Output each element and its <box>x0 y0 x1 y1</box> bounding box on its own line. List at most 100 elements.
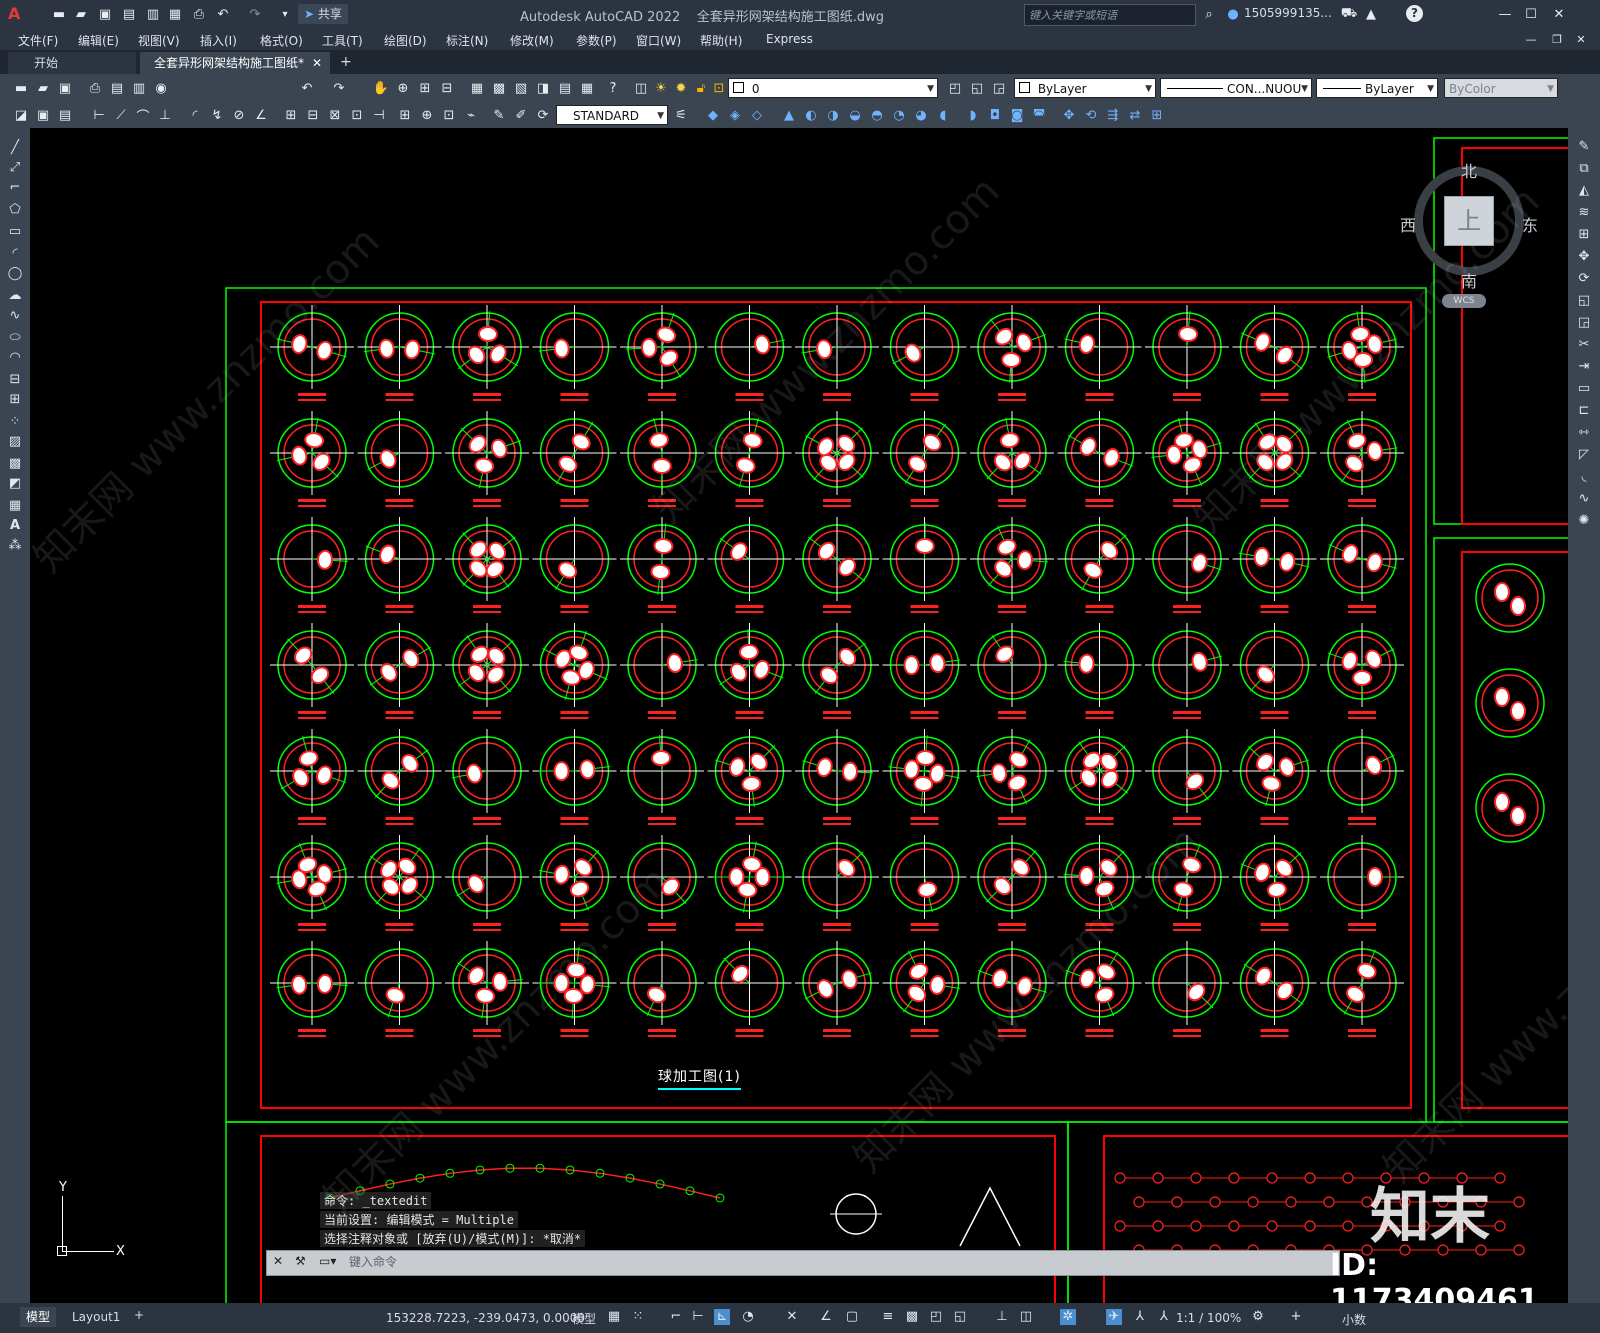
compass-west[interactable]: 西 <box>1400 212 1416 236</box>
undo-tb-icon[interactable]: ↶ <box>298 79 316 97</box>
layer-lock-icon[interactable]: 🔓︎ <box>692 79 710 97</box>
autocad-logo-icon[interactable]: A <box>8 4 20 23</box>
polygon-icon[interactable]: ⬠ <box>7 202 23 218</box>
command-input[interactable]: 键入命令 <box>349 1253 1309 1271</box>
markup-icon[interactable]: ▤ <box>556 79 574 97</box>
circle-icon[interactable]: ◯ <box>7 266 23 282</box>
blend-icon[interactable]: ∿ <box>1575 490 1593 508</box>
save-tb-icon[interactable]: ▣ <box>56 79 74 97</box>
3d-separate-icon[interactable]: ◚ <box>1030 106 1048 124</box>
tab-close-icon[interactable]: ✕ <box>312 52 322 74</box>
plotstyle-dropdown[interactable]: ByColor ▼ <box>1444 78 1558 98</box>
open-web-icon[interactable]: ▥ <box>144 5 162 23</box>
annotation-scale-value[interactable]: 1:1 / 100% <box>1176 1311 1241 1325</box>
trim-icon[interactable]: ✂ <box>1575 336 1593 354</box>
dim-arc-icon[interactable]: ⌒ <box>134 106 152 125</box>
search-box[interactable]: 键入关键字或短语 <box>1024 4 1196 26</box>
menu-parametric[interactable]: 参数(P) <box>576 32 617 49</box>
mtext-icon[interactable]: A <box>7 518 23 534</box>
revcloud-icon[interactable]: ☁ <box>7 288 23 304</box>
block-insert-icon[interactable]: ▤ <box>56 106 74 124</box>
dim-baseline-icon[interactable]: ⊟ <box>304 106 322 124</box>
break-icon[interactable]: ⊏ <box>1575 402 1593 420</box>
auto-scale-icon[interactable]: ⅄ <box>1132 1309 1148 1325</box>
search-icon[interactable]: ⌕ <box>1200 5 1218 23</box>
object-snap-icon[interactable]: ▢ <box>844 1309 860 1325</box>
minimize-icon[interactable]: — <box>1496 5 1514 23</box>
redo-tb-icon[interactable]: ↷ <box>330 79 348 97</box>
help-tb-icon[interactable]: ? <box>604 79 622 97</box>
qnew-icon[interactable]: ▬ <box>12 79 30 97</box>
close-icon[interactable]: ✕ <box>1550 5 1568 23</box>
polyline-icon[interactable]: ⌐ <box>7 180 23 196</box>
rectangle-icon[interactable]: ▭ <box>7 224 23 240</box>
layer-properties-icon[interactable]: ◫ <box>632 79 650 97</box>
3d-osnap-icon[interactable]: ◱ <box>952 1309 968 1325</box>
3d-move-icon[interactable]: ✥ <box>1060 106 1078 124</box>
doc-minimize-icon[interactable]: — <box>1522 30 1540 48</box>
doc-restore-icon[interactable]: ❐ <box>1548 30 1566 48</box>
3d-box-icon[interactable]: ◆ <box>704 106 722 124</box>
annotation-visibility-icon[interactable]: ✈ <box>1106 1309 1122 1325</box>
3d-loft-icon[interactable]: ◒ <box>846 106 864 124</box>
break-point-icon[interactable]: ▭ <box>1575 380 1593 398</box>
lineweight-icon[interactable]: ≡ <box>880 1309 896 1325</box>
menu-edit[interactable]: 编辑(E) <box>78 32 119 49</box>
annotation-scale-icon[interactable]: ⅄ <box>1156 1309 1172 1325</box>
model-space-button[interactable]: 模型 <box>572 1310 596 1327</box>
menu-express[interactable]: Express <box>766 32 813 46</box>
3d-thicken-icon[interactable]: ◕ <box>912 106 930 124</box>
layout-add-button[interactable]: + <box>134 1308 144 1322</box>
extend-icon[interactable]: ⇥ <box>1575 358 1593 376</box>
infer-icon[interactable]: ⌐ <box>668 1309 684 1325</box>
save-web-icon[interactable]: ▦ <box>166 5 184 23</box>
menu-insert[interactable]: 插入(I) <box>200 32 237 49</box>
add-selected-icon[interactable]: ⁂ <box>7 538 23 554</box>
3d-align-icon[interactable]: ⇶ <box>1104 106 1122 124</box>
menu-modify[interactable]: 修改(M) <box>510 32 554 49</box>
dynamic-ucs-icon[interactable]: ⊥ <box>994 1309 1010 1325</box>
make-block-icon[interactable]: ⊞ <box>7 392 23 408</box>
selection-cycling-icon[interactable]: ◰ <box>928 1309 944 1325</box>
selection-filter-icon[interactable]: ◫ <box>1018 1309 1034 1325</box>
drawing-canvas[interactable]: 球加工图(1) 上 北 南 西 东 WCS Y X 命令: _textedit … <box>30 128 1568 1303</box>
construction-line-icon[interactable]: ⤢ <box>7 160 23 176</box>
menu-help[interactable]: 帮助(H) <box>700 32 742 49</box>
cart-icon[interactable]: ⛟ <box>1340 5 1358 23</box>
3d-array-icon[interactable]: ⊞ <box>1148 106 1166 124</box>
3d-subtract-icon[interactable]: ◇ <box>748 106 766 124</box>
maximize-icon[interactable]: ☐ <box>1522 5 1540 23</box>
autodesk-account-icon[interactable]: ▲ <box>1362 5 1380 23</box>
rotate-icon[interactable]: ⟳ <box>1575 270 1593 288</box>
compass-north[interactable]: 北 <box>1461 158 1477 182</box>
lineweight-dropdown[interactable]: ByLayer ▼ <box>1316 78 1438 98</box>
dim-ordinate-icon[interactable]: ⊥ <box>156 106 174 124</box>
pan-icon[interactable]: ✋ <box>372 79 390 97</box>
move-icon[interactable]: ✥ <box>1575 248 1593 266</box>
layout-tab-layout1[interactable]: Layout1 <box>66 1307 126 1327</box>
units-value[interactable]: 小数 <box>1342 1311 1366 1328</box>
layer-states-icon[interactable]: ◲ <box>990 79 1008 97</box>
coordinates-readout[interactable]: 153228.7223, -239.0473, 0.0000 <box>386 1311 585 1325</box>
menu-view[interactable]: 视图(V) <box>138 32 180 49</box>
new-file-icon[interactable]: ▬ <box>50 5 68 23</box>
user-icon[interactable]: ● <box>1224 5 1242 23</box>
chamfer-icon[interactable]: ◸ <box>1575 446 1593 464</box>
layer-previous-icon[interactable]: ◱ <box>968 79 986 97</box>
dim-break-icon[interactable]: ⊣ <box>370 106 388 124</box>
dim-jogged-icon[interactable]: ↯ <box>208 106 226 124</box>
open-icon[interactable]: ▰ <box>34 79 52 97</box>
point-icon[interactable]: ⁘ <box>7 414 23 430</box>
polar-icon[interactable]: ◔ <box>740 1309 756 1325</box>
offset-icon[interactable]: ≋ <box>1575 204 1593 222</box>
menu-format[interactable]: 格式(O) <box>260 32 303 49</box>
scale-icon[interactable]: ◱ <box>1575 292 1593 310</box>
3d-union-icon[interactable]: ◈ <box>726 106 744 124</box>
menu-draw[interactable]: 绘图(D) <box>384 32 427 49</box>
user-name[interactable]: 1505999135... <box>1244 6 1332 20</box>
preview-icon[interactable]: ▤ <box>108 79 126 97</box>
mirror-icon[interactable]: ◭ <box>1575 182 1593 200</box>
share-button[interactable]: ➤ 共享 <box>298 4 348 24</box>
sheet-set-icon[interactable]: ◨ <box>534 79 552 97</box>
explode-icon[interactable]: ✺ <box>1575 512 1593 530</box>
